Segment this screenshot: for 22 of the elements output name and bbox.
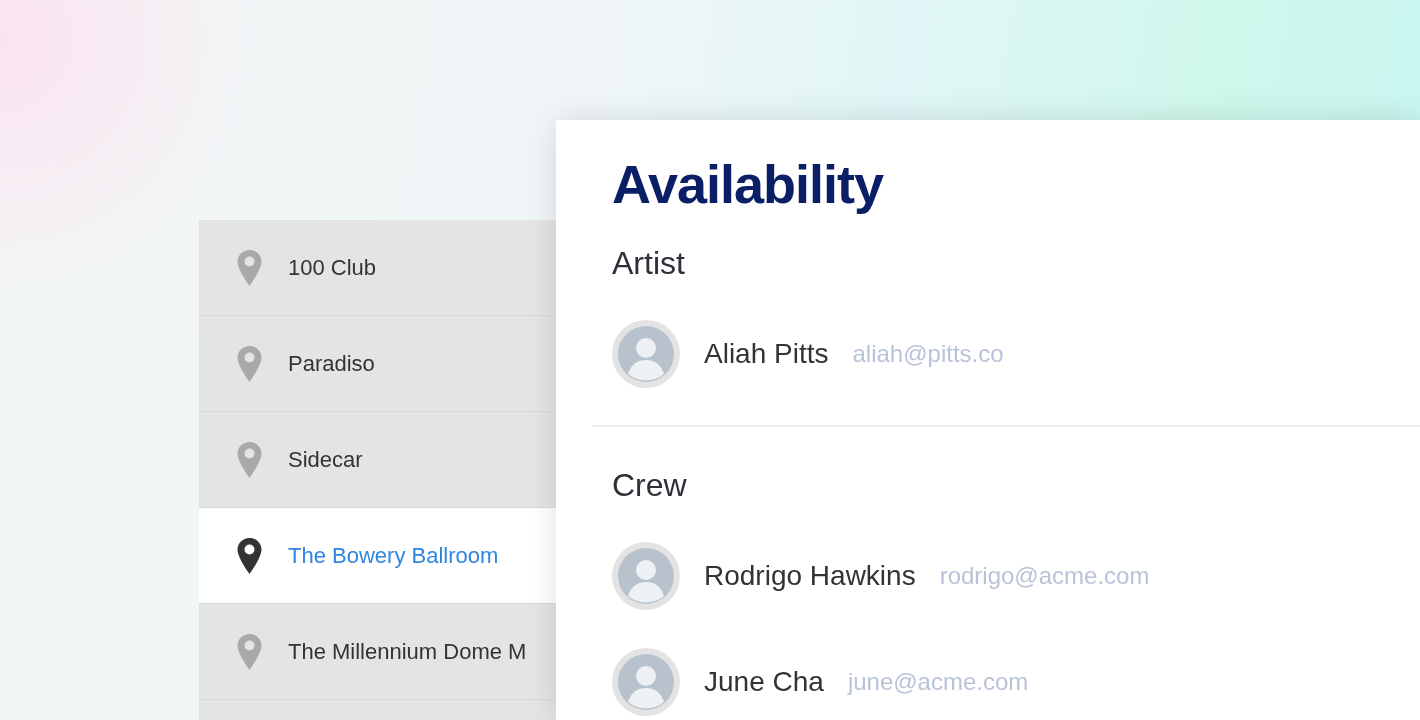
venue-item[interactable]: Sidecar xyxy=(199,412,556,508)
map-pin-icon xyxy=(237,249,262,286)
section-heading: Crew xyxy=(612,465,688,505)
map-pin-icon xyxy=(237,537,262,574)
map-pin-icon xyxy=(237,345,262,382)
venue-item[interactable]: The Bowery Ballroom xyxy=(199,508,556,604)
panel-title: Availability xyxy=(612,153,885,216)
person-name: June Cha xyxy=(704,664,824,699)
avatar xyxy=(612,541,680,610)
person-name: Rodrigo Hawkins xyxy=(704,558,916,593)
section-heading: Artist xyxy=(612,243,686,283)
person-email: aliah@pitts.co xyxy=(852,338,1004,369)
map-pin-icon xyxy=(237,441,262,478)
avatar xyxy=(612,647,680,716)
venue-item[interactable]: Paradiso xyxy=(199,316,556,412)
person-email: rodrigo@acme.com xyxy=(939,560,1150,591)
person-name: Aliah Pitts xyxy=(704,336,829,371)
venue-item[interactable]: 100 Club xyxy=(199,220,556,316)
avatar xyxy=(612,319,680,388)
map-pin-icon xyxy=(237,633,262,670)
person-email: june@acme.com xyxy=(847,666,1029,697)
venue-item[interactable]: The Millennium Dome M xyxy=(199,604,556,700)
